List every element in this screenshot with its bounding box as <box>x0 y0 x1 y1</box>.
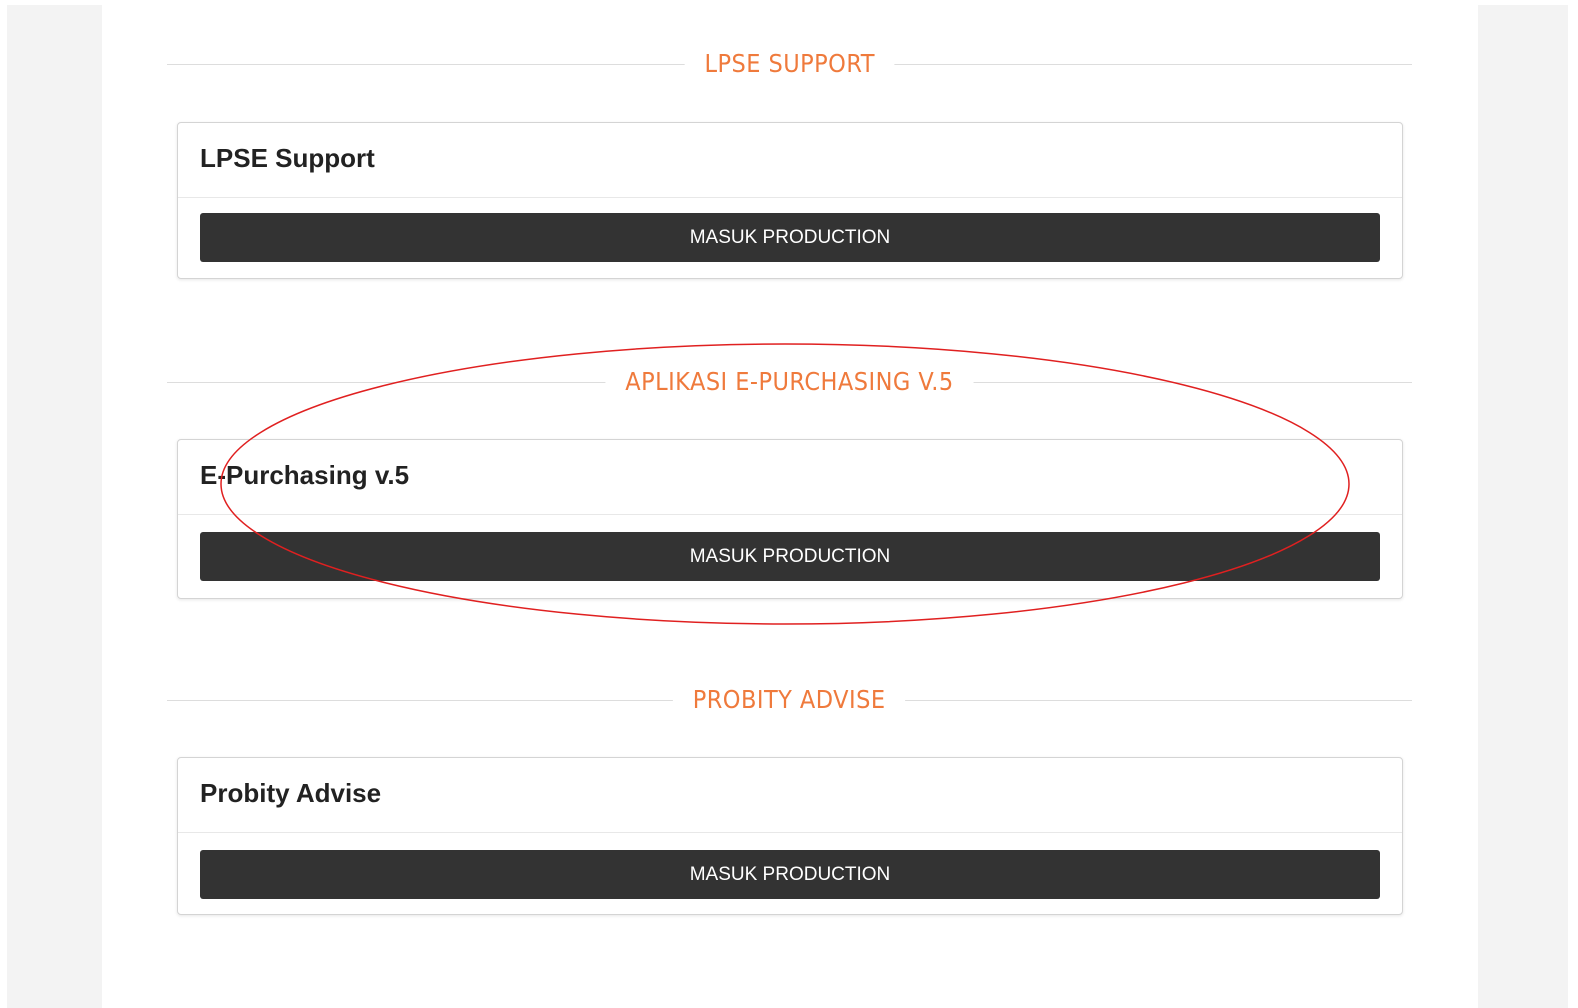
card-title: E-Purchasing v.5 <box>178 440 1402 515</box>
card-title: Probity Advise <box>178 758 1402 833</box>
section-heading: LPSE SUPPORT <box>167 49 1412 79</box>
section-heading-text: APLIKASI E-PURCHASING V.5 <box>605 367 974 397</box>
masuk-production-button[interactable]: MASUK PRODUCTION <box>200 213 1380 262</box>
app-card-probity-advise: Probity Advise MASUK PRODUCTION <box>177 757 1403 915</box>
section-heading-text: PROBITY ADVISE <box>673 685 906 715</box>
section-heading: PROBITY ADVISE <box>167 685 1412 715</box>
masuk-production-button[interactable]: MASUK PRODUCTION <box>200 532 1380 581</box>
section-lpse-support: LPSE SUPPORT LPSE Support MASUK PRODUCTI… <box>167 49 1412 289</box>
card-title: LPSE Support <box>178 123 1402 198</box>
section-heading-text: LPSE SUPPORT <box>684 49 895 79</box>
section-e-purchasing: APLIKASI E-PURCHASING V.5 E-Purchasing v… <box>167 367 1412 607</box>
section-heading: APLIKASI E-PURCHASING V.5 <box>167 367 1412 397</box>
app-card-e-purchasing: E-Purchasing v.5 MASUK PRODUCTION <box>177 439 1403 599</box>
app-card-lpse-support: LPSE Support MASUK PRODUCTION <box>177 122 1403 279</box>
masuk-production-button[interactable]: MASUK PRODUCTION <box>200 850 1380 899</box>
section-probity-advise: PROBITY ADVISE Probity Advise MASUK PROD… <box>167 685 1412 925</box>
